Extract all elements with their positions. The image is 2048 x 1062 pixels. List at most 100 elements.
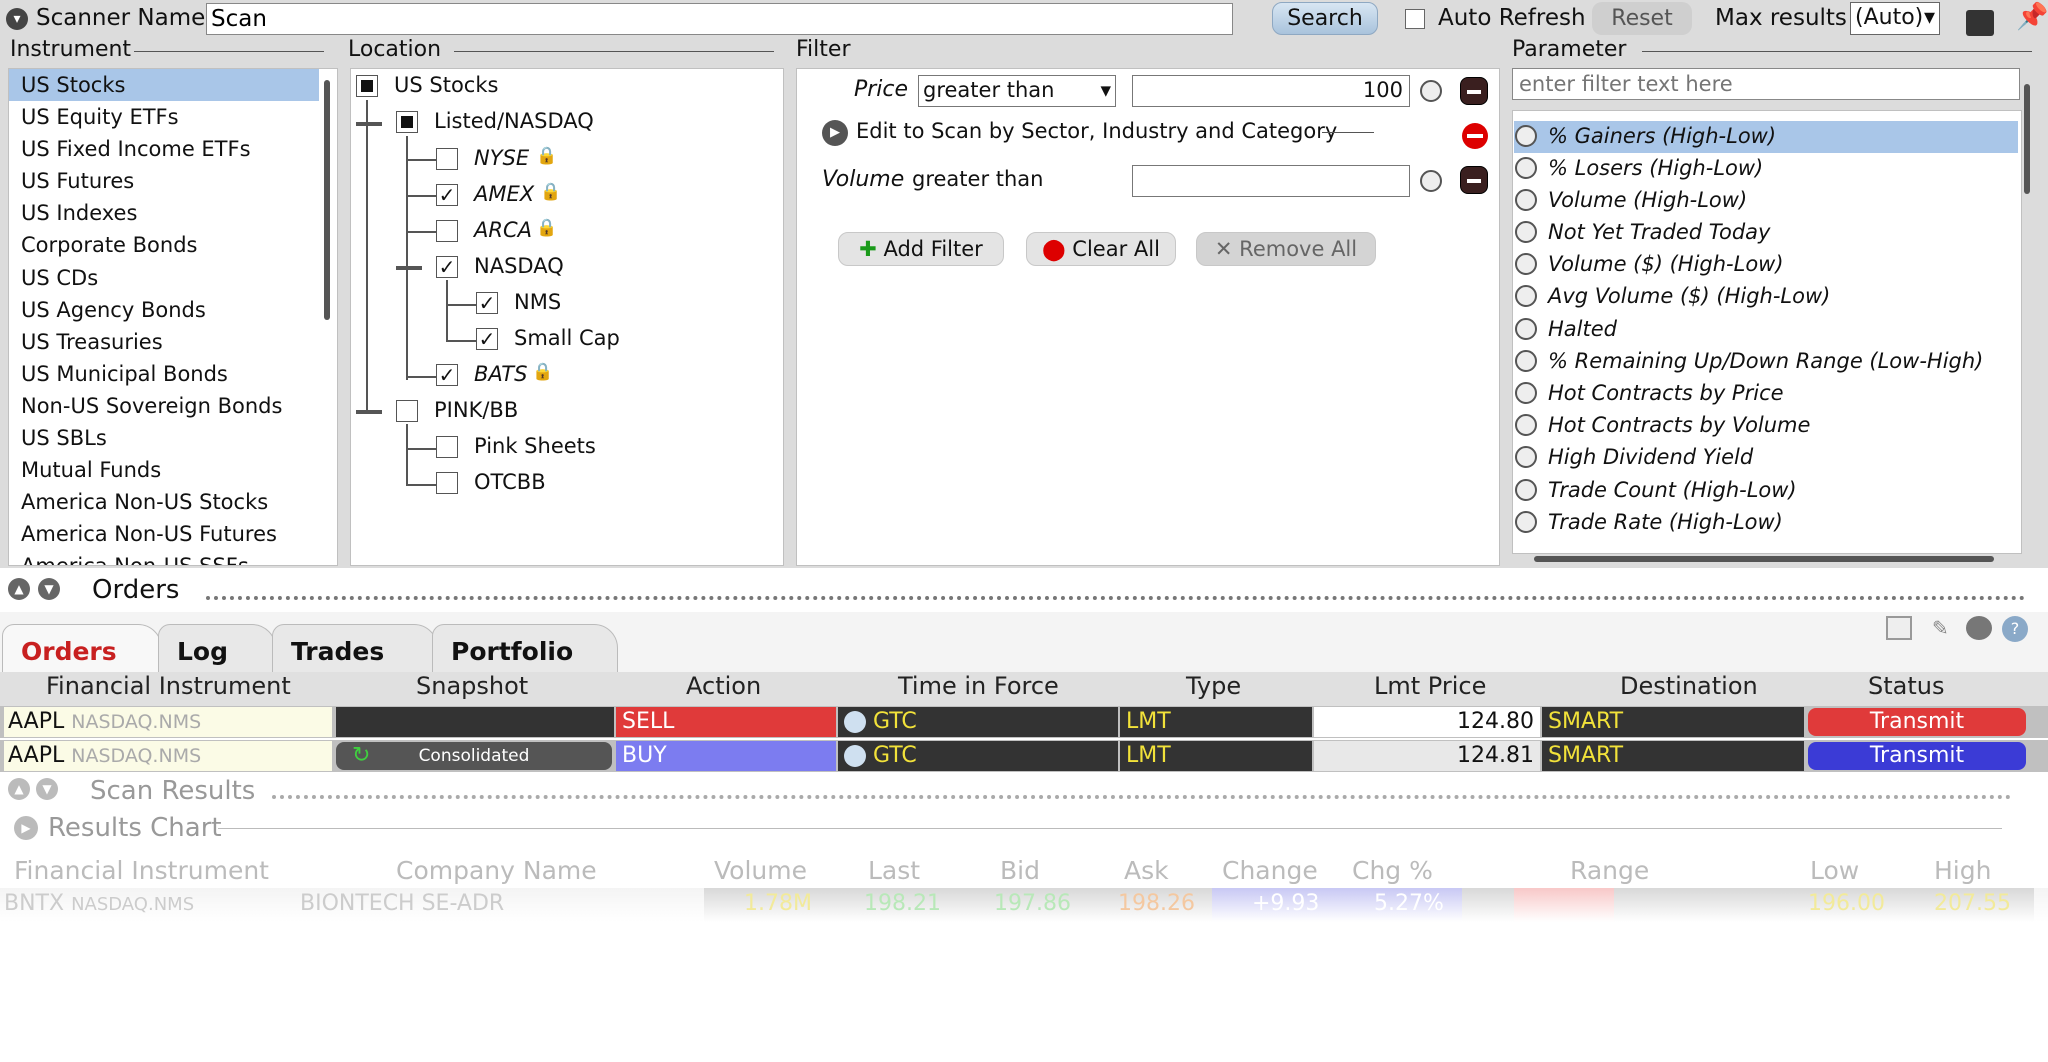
tab-orders[interactable]: Orders [2, 624, 162, 674]
instrument-item[interactable]: US SBLs [21, 426, 107, 450]
lmt-price-cell[interactable]: 124.81 [1314, 741, 1540, 771]
parameter-item[interactable]: Volume ($) (High-Low) [1548, 252, 1784, 276]
parameter-item[interactable]: Halted [1548, 317, 1617, 341]
instrument-item[interactable]: US Futures [21, 169, 134, 193]
scanner-name-input[interactable] [206, 3, 1233, 35]
tif-cell[interactable]: GTC [838, 741, 1118, 771]
expand-arrow-icon[interactable]: ▶ [822, 120, 848, 146]
remove-filter-button[interactable] [1460, 77, 1488, 105]
parameter-item[interactable]: Hot Contracts by Price [1548, 381, 1784, 405]
parameter-item[interactable]: Not Yet Traded Today [1548, 220, 1770, 244]
clear-all-button[interactable]: ⬤ Clear All [1026, 232, 1176, 266]
instrument-item[interactable]: Corporate Bonds [21, 233, 198, 257]
instrument-item[interactable]: US Fixed Income ETFs [21, 137, 251, 161]
column-header[interactable]: Change [1222, 856, 1318, 885]
column-header[interactable]: Type [1186, 672, 1241, 700]
remove-filter-button[interactable] [1460, 166, 1488, 194]
pink-sheets-checkbox[interactable] [436, 436, 458, 458]
layout-icon[interactable] [1886, 616, 1912, 640]
results-chart-title[interactable]: Results Chart [48, 813, 222, 843]
column-header[interactable]: Low [1810, 856, 1859, 885]
max-results-select[interactable]: (Auto) ▾ [1850, 2, 1940, 35]
nms-checkbox[interactable]: ✓ [476, 292, 498, 314]
column-header[interactable]: Lmt Price [1374, 672, 1486, 700]
auto-refresh-checkbox[interactable] [1405, 9, 1425, 29]
column-header[interactable]: Snapshot [416, 672, 528, 700]
tab-portfolio[interactable]: Portfolio [432, 624, 618, 674]
parameter-filter-input[interactable] [1512, 68, 2020, 100]
expand-arrow-icon[interactable]: ▶ [14, 816, 38, 840]
listed-nasdaq-checkbox[interactable] [396, 111, 418, 133]
instrument-item[interactable]: America Non-US Futures [21, 522, 277, 546]
instrument-item[interactable]: Mutual Funds [21, 458, 161, 482]
pink-bb-checkbox[interactable] [396, 400, 418, 422]
column-header[interactable]: Financial Instrument [14, 856, 269, 885]
help-icon[interactable]: ? [2002, 616, 2028, 642]
action-cell[interactable]: SELL [616, 707, 836, 737]
instrument-item[interactable]: US Agency Bonds [21, 298, 206, 322]
arca-checkbox[interactable] [436, 220, 458, 242]
column-header[interactable]: Chg % [1352, 856, 1433, 885]
add-filter-button[interactable]: ✚ Add Filter [838, 232, 1004, 266]
expand-up-icon[interactable]: ▲ [8, 578, 30, 600]
parameter-item[interactable]: Hot Contracts by Volume [1548, 413, 1810, 437]
destination-cell[interactable]: SMART [1542, 707, 1804, 737]
parameter-item[interactable]: Avg Volume ($) (High-Low) [1548, 284, 1830, 308]
transmit-button[interactable]: Transmit [1808, 742, 2026, 770]
parameter-item[interactable]: Trade Count (High-Low) [1548, 478, 1797, 502]
tab-trades[interactable]: Trades [272, 624, 438, 674]
column-header[interactable]: Time in Force [898, 672, 1059, 700]
save-icon[interactable] [1966, 10, 1994, 36]
instrument-item[interactable]: America Non-US Stocks [21, 490, 268, 514]
snapshot-cell[interactable] [336, 707, 614, 737]
instrument-item[interactable]: US Indexes [21, 201, 137, 225]
collapse-down-icon[interactable]: ▼ [38, 578, 60, 600]
parameter-gear-icon[interactable] [1420, 170, 1442, 192]
parameter-gear-icon[interactable] [1420, 80, 1442, 102]
reset-button[interactable]: Reset [1592, 2, 1692, 35]
tif-cell[interactable]: GTC [838, 707, 1118, 737]
column-header[interactable]: Destination [1620, 672, 1758, 700]
parameter-item[interactable]: % Remaining Up/Down Range (Low-High) [1548, 349, 1983, 373]
lmt-price-cell[interactable]: 124.80 [1314, 707, 1540, 737]
amex-checkbox[interactable]: ✓ [436, 184, 458, 206]
column-header[interactable]: High [1934, 856, 1991, 885]
instrument-item[interactable]: US Treasuries [21, 330, 163, 354]
tab-log[interactable]: Log [158, 624, 276, 674]
instrument-scrollbar[interactable] [324, 80, 330, 320]
instrument-item[interactable]: US CDs [21, 266, 98, 290]
instrument-item[interactable]: US Equity ETFs [21, 105, 179, 129]
price-value-input[interactable]: 100 [1132, 75, 1410, 107]
column-header[interactable]: Financial Instrument [46, 672, 291, 700]
column-header[interactable]: Company Name [396, 856, 597, 885]
collapse-down-icon[interactable]: ▼ [36, 778, 58, 800]
edit-icon[interactable]: ✎ [1932, 616, 1958, 640]
scan-symbol[interactable]: BNTX NASDAQ.NMS [4, 889, 194, 919]
column-header[interactable]: Bid [1000, 856, 1040, 885]
remove-sector-filter-icon[interactable] [1462, 123, 1488, 149]
us-stocks-checkbox[interactable] [356, 75, 378, 97]
link-icon[interactable] [1966, 616, 1992, 640]
parameter-scrollbar[interactable] [2024, 84, 2030, 194]
instrument-item[interactable]: US Municipal Bonds [21, 362, 228, 386]
parameter-item[interactable]: % Losers (High-Low) [1548, 156, 1763, 180]
column-header[interactable]: Last [868, 856, 920, 885]
type-cell[interactable]: LMT [1120, 741, 1312, 771]
remove-all-button[interactable]: ✕ Remove All [1196, 232, 1376, 266]
parameter-h-scrollbar[interactable] [1534, 556, 1994, 562]
instrument-item[interactable]: America Non-US SSFs [21, 554, 249, 565]
column-header[interactable]: Ask [1124, 856, 1169, 885]
collapse-chevron-icon[interactable]: ▾ [6, 8, 28, 30]
small-cap-checkbox[interactable]: ✓ [476, 328, 498, 350]
otcbb-checkbox[interactable] [436, 472, 458, 494]
column-header[interactable]: Action [686, 672, 761, 700]
nasdaq-checkbox[interactable]: ✓ [436, 256, 458, 278]
transmit-button[interactable]: Transmit [1808, 708, 2026, 736]
parameter-item[interactable]: High Dividend Yield [1548, 445, 1753, 469]
column-header[interactable]: Range [1570, 856, 1649, 885]
parameter-item[interactable]: Volume (High-Low) [1548, 188, 1747, 212]
pin-icon[interactable]: 📌 [2016, 2, 2048, 32]
action-cell[interactable]: BUY [616, 741, 836, 771]
expand-up-icon[interactable]: ▲ [8, 778, 30, 800]
bats-checkbox[interactable]: ✓ [436, 364, 458, 386]
